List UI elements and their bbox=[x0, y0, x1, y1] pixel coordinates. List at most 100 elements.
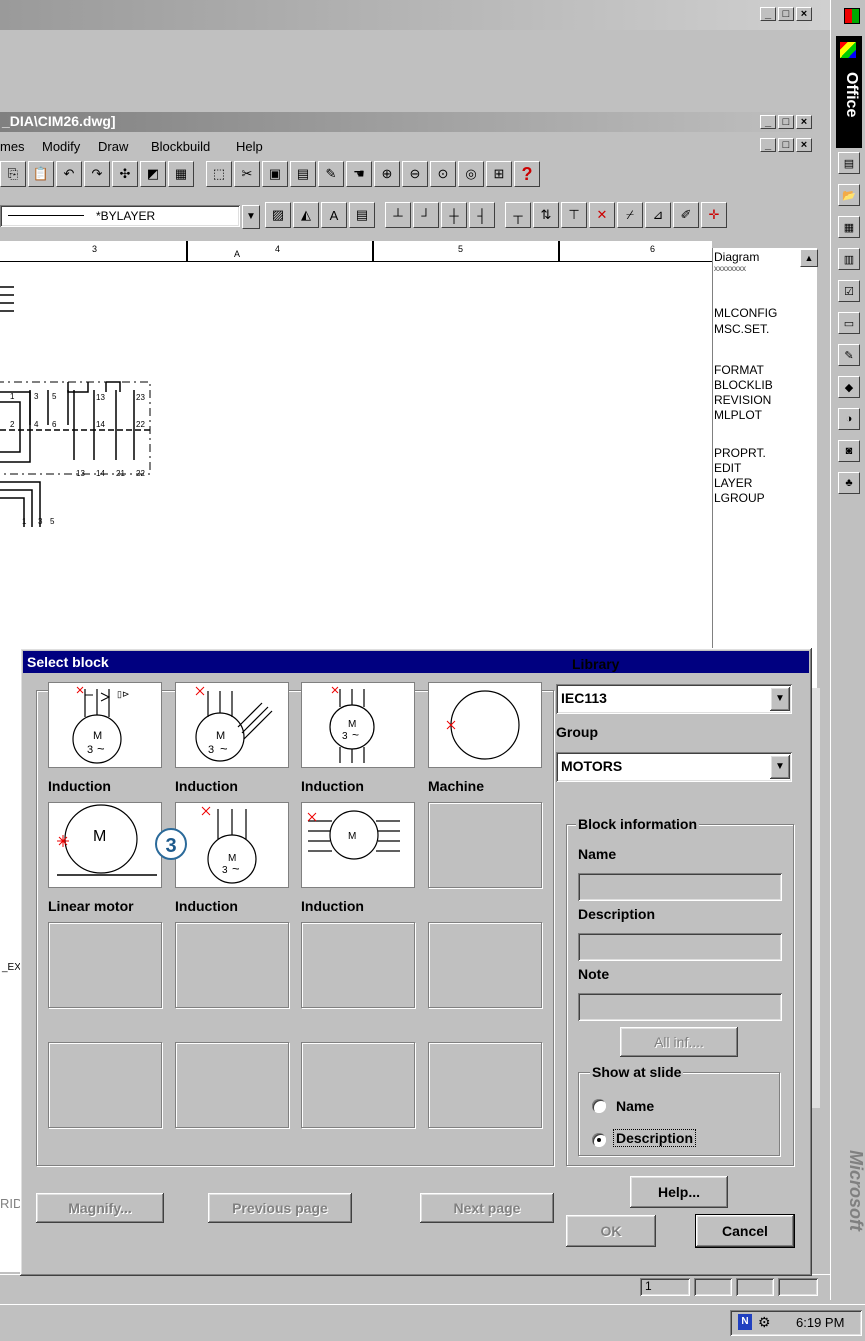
wire-icon-4[interactable]: ┤ bbox=[469, 202, 495, 228]
crosshair-icon[interactable]: ✛ bbox=[701, 202, 727, 228]
name-field[interactable] bbox=[578, 873, 782, 901]
note-icon[interactable]: ◆ bbox=[838, 376, 860, 398]
paste-icon[interactable]: 📋 bbox=[28, 161, 54, 187]
copy-icon[interactable]: ⎘ bbox=[0, 161, 26, 187]
block-cell-induction-1[interactable]: ▯⊳ M 3 ~ bbox=[48, 682, 162, 768]
new-document-icon[interactable]: ▤ bbox=[838, 152, 860, 174]
block-cell-empty[interactable] bbox=[428, 1042, 542, 1128]
next-page-button[interactable]: Next page bbox=[420, 1193, 554, 1223]
open-document-icon[interactable]: 📂 bbox=[838, 184, 860, 206]
journal-icon[interactable]: ✎ bbox=[838, 344, 860, 366]
terminal-icon[interactable]: ⊤ bbox=[561, 202, 587, 228]
radio-name[interactable] bbox=[592, 1099, 606, 1113]
radio-name-label[interactable]: Name bbox=[616, 1098, 654, 1114]
layer-color-icon[interactable]: ▨ bbox=[265, 202, 291, 228]
zoom-in-icon[interactable]: ⊕ bbox=[374, 161, 400, 187]
stamp-icon[interactable]: ▤ bbox=[290, 161, 316, 187]
menu-frames[interactable]: mes bbox=[0, 139, 25, 154]
library-dropdown-button[interactable]: ▼ bbox=[770, 687, 790, 711]
wire-number-icon[interactable]: ┬ bbox=[505, 202, 531, 228]
note-field[interactable] bbox=[578, 993, 782, 1021]
close-button[interactable]: × bbox=[796, 7, 812, 21]
outlook-icon[interactable]: ◙ bbox=[838, 440, 860, 462]
block-cell-induction-5[interactable]: M bbox=[301, 802, 415, 888]
mdi-restore-button[interactable]: □ bbox=[778, 138, 794, 152]
layout-icon[interactable]: ⊞ bbox=[486, 161, 512, 187]
block-cell-empty[interactable] bbox=[301, 1042, 415, 1128]
block-cell-induction-2[interactable]: M 3 ~ bbox=[175, 682, 289, 768]
menu-blockbuild[interactable]: Blockbuild bbox=[151, 139, 210, 154]
side-cmd-format[interactable]: FORMAT bbox=[714, 363, 764, 377]
description-field[interactable] bbox=[578, 933, 782, 961]
tips-icon[interactable]: ◑ bbox=[838, 408, 860, 430]
side-cmd-edit[interactable]: EDIT bbox=[714, 461, 741, 475]
edit-line-icon[interactable]: ✐ bbox=[673, 202, 699, 228]
undo-icon[interactable]: ↶ bbox=[56, 161, 82, 187]
mdi-minimize-button[interactable]: _ bbox=[760, 138, 776, 152]
maximize-button[interactable]: □ bbox=[778, 7, 794, 21]
block-cell-empty[interactable] bbox=[175, 922, 289, 1008]
side-cmd-mlplot[interactable]: MLPLOT bbox=[714, 408, 762, 422]
zoom-all-icon[interactable]: ⊙ bbox=[430, 161, 456, 187]
doc-close-button[interactable]: × bbox=[796, 115, 812, 129]
layer-combo[interactable]: *BYLAYER bbox=[0, 205, 240, 227]
block-cell-empty[interactable] bbox=[48, 922, 162, 1008]
help-icon[interactable]: ? bbox=[514, 161, 540, 187]
side-cmd-mscset[interactable]: MSC.SET. bbox=[714, 322, 769, 336]
previous-page-button[interactable]: Previous page bbox=[208, 1193, 352, 1223]
antivirus-tray-icon[interactable]: N bbox=[738, 1314, 752, 1330]
magnify-button[interactable]: Magnify... bbox=[36, 1193, 164, 1223]
block-cell-linear-motor[interactable]: M bbox=[48, 802, 162, 888]
radio-description-label[interactable]: Description bbox=[612, 1129, 697, 1147]
rectangle-select-icon[interactable]: ⬚ bbox=[206, 161, 232, 187]
wire-icon-3[interactable]: ┼ bbox=[441, 202, 467, 228]
block-cell-empty[interactable] bbox=[48, 1042, 162, 1128]
cut-icon[interactable]: ✂ bbox=[234, 161, 260, 187]
contact-icon-tb[interactable]: ⌿ bbox=[617, 202, 643, 228]
vb-icon[interactable]: ♣ bbox=[838, 472, 860, 494]
wire-icon-1[interactable]: ┴ bbox=[385, 202, 411, 228]
block-cell-empty[interactable] bbox=[428, 802, 542, 888]
contact-no-icon[interactable]: ⊿ bbox=[645, 202, 671, 228]
block-cell-machine[interactable] bbox=[428, 682, 542, 768]
side-panel-scroll-up[interactable]: ▲ bbox=[800, 249, 818, 267]
delete-wire-icon[interactable]: ✕ bbox=[589, 202, 615, 228]
side-cmd-revision[interactable]: REVISION bbox=[714, 393, 771, 407]
all-info-button[interactable]: All inf.... bbox=[620, 1027, 738, 1057]
grid-icon[interactable]: ▦ bbox=[168, 161, 194, 187]
calendar-icon[interactable]: ▦ bbox=[838, 216, 860, 238]
group-dropdown-button[interactable]: ▼ bbox=[770, 755, 790, 779]
zoom-out-icon[interactable]: ⊖ bbox=[402, 161, 428, 187]
office-bar-top-icon[interactable] bbox=[844, 8, 860, 24]
block-cell-empty[interactable] bbox=[175, 1042, 289, 1128]
menu-help[interactable]: Help bbox=[236, 139, 263, 154]
side-cmd-layer[interactable]: LAYER bbox=[714, 476, 752, 490]
pan-icon[interactable]: ☚ bbox=[346, 161, 372, 187]
side-cmd-mlconfig[interactable]: MLCONFIG bbox=[714, 306, 777, 320]
cross-ref-icon[interactable]: ⇅ bbox=[533, 202, 559, 228]
block-cell-empty[interactable] bbox=[301, 922, 415, 1008]
block-cell-empty[interactable] bbox=[428, 922, 542, 1008]
zoom-window-icon[interactable]: ◩ bbox=[140, 161, 166, 187]
contact-icon[interactable]: ▭ bbox=[838, 312, 860, 334]
text-style-icon[interactable]: A bbox=[321, 202, 347, 228]
mdi-close-button[interactable]: × bbox=[796, 138, 812, 152]
side-cmd-proprt[interactable]: PROPRT. bbox=[714, 446, 766, 460]
redo-icon[interactable]: ↷ bbox=[84, 161, 110, 187]
doc-maximize-button[interactable]: □ bbox=[778, 115, 794, 129]
ok-button[interactable]: OK bbox=[566, 1215, 656, 1247]
task-icon[interactable]: ☑ bbox=[838, 280, 860, 302]
block-icon[interactable]: ▣ bbox=[262, 161, 288, 187]
zoom-prev-icon[interactable]: ◎ bbox=[458, 161, 484, 187]
minimize-button[interactable]: _ bbox=[760, 7, 776, 21]
menu-modify[interactable]: Modify bbox=[42, 139, 80, 154]
block-cell-induction-3[interactable]: M 3 ~ bbox=[301, 682, 415, 768]
wire-icon-2[interactable]: ┘ bbox=[413, 202, 439, 228]
layer-dropdown-button[interactable]: ▼ bbox=[242, 205, 260, 229]
pencil-icon[interactable]: ✎ bbox=[318, 161, 344, 187]
menu-draw[interactable]: Draw bbox=[98, 139, 128, 154]
cancel-button[interactable]: Cancel bbox=[695, 1214, 795, 1248]
sheet-icon[interactable]: ▤ bbox=[349, 202, 375, 228]
side-cmd-lgroup[interactable]: LGROUP bbox=[714, 491, 765, 505]
snap-icon[interactable]: ✣ bbox=[112, 161, 138, 187]
